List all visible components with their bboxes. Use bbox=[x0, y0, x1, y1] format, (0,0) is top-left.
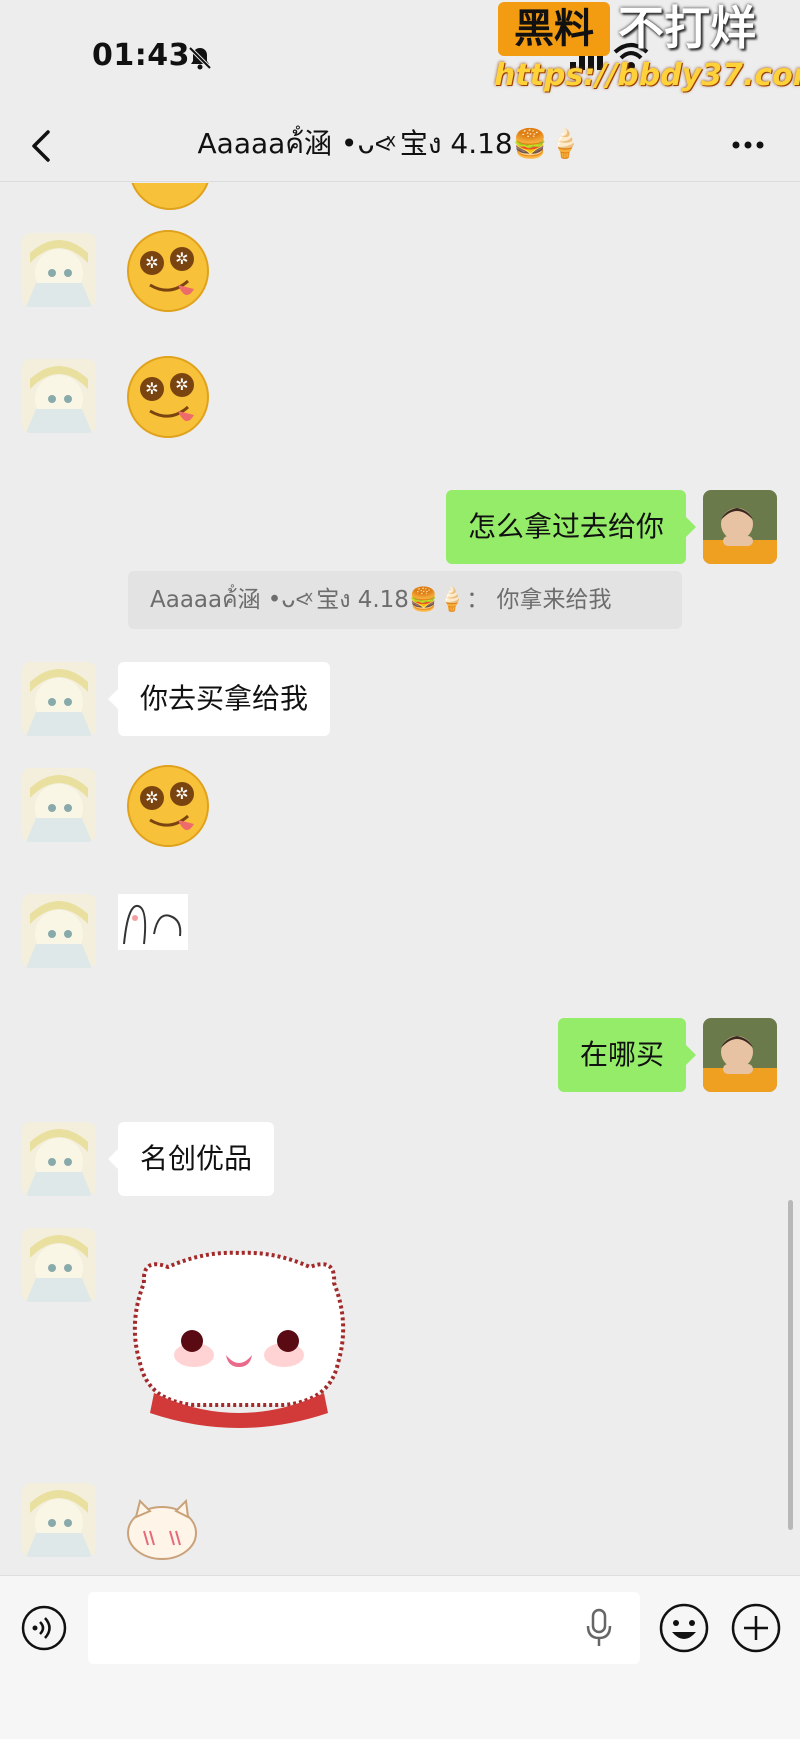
watermark-url: https://bbdy37.com bbox=[494, 58, 800, 93]
cat-sticker[interactable] bbox=[124, 1243, 354, 1433]
contact-avatar[interactable] bbox=[22, 768, 96, 842]
watermark: 黑料 不打烊 https://bbdy37.com bbox=[494, 0, 800, 100]
back-arrow-icon[interactable] bbox=[24, 124, 60, 168]
contact-avatar[interactable] bbox=[22, 1122, 96, 1196]
watermark-brand-text: 不打烊 bbox=[618, 1, 756, 55]
chat-header: Aaaaaค้ํ涵 •ᴗ<ͯ 宝ง 4.18🍔🍦 bbox=[0, 110, 800, 182]
svg-text:✲: ✲ bbox=[145, 379, 158, 398]
contact-avatar[interactable] bbox=[22, 1483, 96, 1557]
incoming-message[interactable]: 你去买拿给我 bbox=[107, 662, 331, 736]
more-icon[interactable] bbox=[728, 130, 768, 160]
chat-title: Aaaaaค้ํ涵 •ᴗ<ͯ 宝ง 4.18🍔🍦 bbox=[197, 127, 583, 160]
contact-avatar[interactable] bbox=[22, 894, 96, 968]
plus-icon[interactable] bbox=[730, 1602, 782, 1654]
quoted-reply[interactable]: Aaaaaค้ํ涵 •ᴗ<ͯ 宝ง 4.18🍔🍦： 你拿来给我 bbox=[128, 571, 682, 629]
svg-text:✲: ✲ bbox=[175, 375, 188, 394]
mic-icon[interactable] bbox=[584, 1608, 614, 1648]
paw-sticker[interactable] bbox=[118, 894, 188, 950]
status-time: 01:43 bbox=[92, 38, 190, 73]
my-avatar[interactable] bbox=[703, 490, 777, 564]
svg-text:✲: ✲ bbox=[145, 788, 158, 807]
contact-avatar[interactable] bbox=[22, 662, 96, 736]
input-bar bbox=[0, 1575, 800, 1739]
emoji-sticker[interactable]: ✲ ✲ bbox=[120, 349, 216, 445]
svg-text:✲: ✲ bbox=[175, 784, 188, 803]
message-input[interactable] bbox=[88, 1592, 640, 1664]
my-avatar[interactable] bbox=[703, 1018, 777, 1092]
svg-text:✲: ✲ bbox=[175, 249, 188, 268]
voice-icon[interactable] bbox=[20, 1604, 68, 1652]
emoji-sticker[interactable]: ✲ ✲ bbox=[120, 223, 216, 319]
bell-muted-icon bbox=[188, 46, 212, 70]
outgoing-message[interactable]: 在哪买 bbox=[557, 1018, 697, 1092]
emoji-icon[interactable] bbox=[658, 1602, 710, 1654]
scrollbar[interactable] bbox=[788, 1200, 793, 1530]
contact-avatar[interactable] bbox=[22, 359, 96, 433]
outgoing-message[interactable]: 怎么拿过去给你 bbox=[445, 490, 697, 564]
contact-avatar[interactable] bbox=[22, 233, 96, 307]
emoji-sticker[interactable] bbox=[122, 183, 218, 217]
emoji-sticker[interactable]: ✲ ✲ bbox=[120, 758, 216, 854]
svg-text:✲: ✲ bbox=[145, 253, 158, 272]
contact-avatar[interactable] bbox=[22, 1228, 96, 1302]
shy-cat-sticker[interactable] bbox=[122, 1493, 206, 1567]
incoming-message[interactable]: 名创优品 bbox=[107, 1122, 275, 1196]
watermark-brand-box: 黑料 bbox=[498, 2, 610, 56]
message-list[interactable]: ✲ ✲ ✲ ✲ 怎么拿过去给你 Aaaaaค้ํ涵 •ᴗ<ͯ 宝ง 4.18🍔🍦… bbox=[0, 183, 800, 1575]
